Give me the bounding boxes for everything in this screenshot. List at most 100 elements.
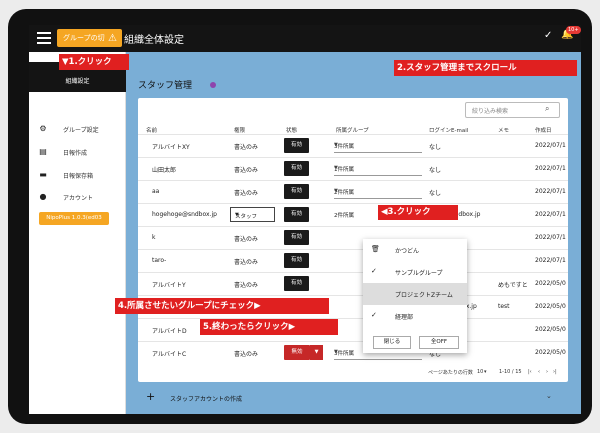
annotation-step2: 2.スタッフ管理までスクロール bbox=[394, 60, 577, 76]
cell-created: 2022/07/1 bbox=[535, 257, 566, 264]
annotation-step3: ◀3.クリック bbox=[378, 205, 458, 220]
group-select[interactable]: 3件所属 ▼ bbox=[334, 138, 422, 153]
cell-created: 2022/07/1 bbox=[535, 234, 566, 241]
check-icon[interactable]: ✓ bbox=[544, 30, 552, 41]
close-button[interactable]: 閉じる bbox=[373, 336, 411, 349]
gear-icon: ⚙ bbox=[39, 124, 47, 133]
col-header-status: 状態 bbox=[286, 128, 298, 134]
group-select[interactable]: 1件所属 ▼ bbox=[334, 161, 422, 176]
trash-icon[interactable]: 🗑 bbox=[371, 245, 380, 253]
group-select[interactable]: 2件所属 ▼ bbox=[334, 184, 422, 199]
cell-email: なし bbox=[429, 144, 442, 151]
create-staff-label: スタッフアカウントの作成 bbox=[170, 396, 243, 403]
col-header-role: 権限 bbox=[234, 128, 246, 134]
group-option[interactable]: ✓ サンプルグループ bbox=[363, 261, 467, 283]
main-content: スタッフ管理 絞り込み検索 ⌕ 名前 権限 状態 所属グループ ログインE-ma… bbox=[126, 52, 581, 414]
cell-role: 書込のみ bbox=[234, 351, 259, 358]
cell-created: 2022/07/1 bbox=[535, 188, 566, 195]
rows-per-page-select[interactable]: 10 bbox=[477, 369, 483, 375]
help-dot-icon[interactable] bbox=[210, 82, 216, 88]
table-row[interactable]: aa 書込のみ 有効 2件所属 ▼ なし 2022/07/1 bbox=[138, 180, 568, 203]
status-button[interactable]: 有効 bbox=[284, 184, 309, 199]
cell-name: taro- bbox=[152, 257, 167, 264]
cell-created: 2022/05/0 bbox=[535, 280, 566, 287]
table-row[interactable]: k 書込のみ 有効 2022/07/1 bbox=[138, 226, 568, 249]
all-off-button[interactable]: 全OFF bbox=[419, 336, 459, 349]
status-button[interactable]: 有効 bbox=[284, 276, 309, 291]
table-row[interactable]: hogehoge@sndbox.jp スタッフ ▼ 有効 2件所属 ge@sndb… bbox=[138, 203, 568, 226]
table-row[interactable]: アルバイトC 書込のみ 無効 ▼ 3件所属 ▼ なし 2022/05/0 bbox=[138, 341, 568, 364]
chevron-down-icon: ▼ bbox=[334, 165, 338, 171]
cell-name: アルバイトC bbox=[152, 351, 187, 358]
table-row[interactable]: taro- 書込のみ 有効 2022/07/1 bbox=[138, 249, 568, 272]
cell-memo: test bbox=[498, 303, 510, 310]
cell-created: 2022/05/0 bbox=[535, 303, 566, 310]
pagination: ページあたりの行数 10 ▾ 1-10 / 15 |‹ ‹ › ›| bbox=[138, 366, 568, 380]
table-row[interactable]: アルバイトY 書込のみ 有効 めもですと 2022/05/0 bbox=[138, 272, 568, 295]
sidebar-item-report-box[interactable]: ▬ 日報保存箱 bbox=[29, 164, 126, 186]
table-row[interactable]: アルバイトXY 書込のみ 有効 3件所属 ▼ なし 2022/07/1 bbox=[138, 134, 568, 157]
tablet-frame: グループの切 ⚠ 組織全体設定 ✓ 🔔 10+ 組織設定 ⚙ グループ設定 ▤ … bbox=[8, 9, 592, 424]
search-input[interactable]: 絞り込み検索 ⌕ bbox=[465, 102, 560, 118]
annotation-step4: 4.所属させたいグループにチェック▶ bbox=[115, 298, 329, 314]
chevron-down-icon: ▼ bbox=[334, 188, 338, 194]
status-button[interactable]: 有効 bbox=[284, 230, 309, 245]
group-select-value: 2件所属 bbox=[334, 213, 354, 219]
first-page-button[interactable]: |‹ bbox=[528, 369, 532, 375]
sidebar-item-account[interactable]: ● アカウント bbox=[29, 186, 126, 208]
annotation-step1: ▼1.クリック bbox=[59, 54, 129, 70]
page-range: 1-10 / 15 bbox=[499, 369, 522, 375]
group-option-label: 経理部 bbox=[395, 314, 414, 321]
status-button[interactable]: 有効 bbox=[284, 207, 309, 222]
cell-role: 書込のみ bbox=[234, 282, 259, 289]
search-placeholder: 絞り込み検索 bbox=[472, 108, 509, 115]
cell-created: 2022/07/1 bbox=[535, 142, 566, 149]
group-select-active[interactable]: 2件所属 bbox=[334, 207, 362, 222]
rows-per-page-label: ページあたりの行数 bbox=[428, 370, 473, 376]
group-option-label: かつどん bbox=[395, 248, 420, 255]
cell-name: アルバイトXY bbox=[152, 144, 190, 151]
chevron-down-icon[interactable]: ▼ bbox=[310, 345, 323, 360]
sidebar-item-label: アカウント bbox=[63, 195, 94, 202]
cell-name: k bbox=[152, 234, 156, 241]
sidebar-item-label: グループ設定 bbox=[63, 127, 99, 134]
menu-icon[interactable] bbox=[37, 32, 51, 44]
account-icon: ● bbox=[39, 192, 47, 201]
role-select[interactable]: スタッフ ▼ bbox=[230, 207, 275, 222]
group-option-label: サンプルグループ bbox=[395, 270, 443, 277]
sidebar-item-group-settings[interactable]: ⚙ グループ設定 bbox=[29, 118, 126, 140]
cell-created: 2022/05/0 bbox=[535, 349, 566, 356]
sidebar-item-report-create[interactable]: ▤ 日報作成 bbox=[29, 141, 126, 163]
status-button[interactable]: 有効 bbox=[284, 161, 309, 176]
chevron-down-icon: ⌄ bbox=[546, 392, 552, 400]
group-option[interactable]: プロジェクトZチーム bbox=[363, 283, 467, 305]
group-switch-button[interactable]: グループの切 ⚠ bbox=[57, 29, 122, 47]
prev-page-button[interactable]: ‹ bbox=[538, 369, 540, 375]
cell-name: hogehoge@sndbox.jp bbox=[152, 211, 217, 218]
table-row[interactable]: 山田太郎 書込のみ 有効 1件所属 ▼ なし 2022/07/1 bbox=[138, 157, 568, 180]
document-add-icon: ▤ bbox=[39, 147, 47, 156]
cell-role: 書込のみ bbox=[234, 167, 259, 174]
status-button[interactable]: 有効 bbox=[284, 253, 309, 268]
plus-icon: + bbox=[146, 390, 156, 403]
next-page-button[interactable]: › bbox=[546, 369, 548, 375]
status-button[interactable]: 有効 bbox=[284, 138, 309, 153]
create-staff-bar[interactable]: + スタッフアカウントの作成 ⌄ bbox=[138, 388, 568, 408]
group-option[interactable]: 🗑 かつどん bbox=[363, 239, 467, 261]
cell-memo: めもですと bbox=[498, 282, 528, 289]
status-button[interactable]: 無効 bbox=[284, 345, 310, 360]
folder-icon: ▬ bbox=[39, 170, 47, 179]
top-app-bar: グループの切 ⚠ 組織全体設定 ✓ 🔔 10+ bbox=[29, 25, 581, 52]
version-badge[interactable]: NipoPlus 1.0.3(ed03 bbox=[39, 212, 109, 225]
chevron-down-icon: ▼ bbox=[334, 142, 338, 148]
screen: グループの切 ⚠ 組織全体設定 ✓ 🔔 10+ 組織設定 ⚙ グループ設定 ▤ … bbox=[29, 25, 581, 414]
group-option[interactable]: ✓ 経理部 bbox=[363, 305, 467, 327]
cell-role: 書込のみ bbox=[234, 144, 259, 151]
group-switch-label: グループの切 bbox=[63, 34, 105, 42]
last-page-button[interactable]: ›| bbox=[553, 369, 557, 375]
col-header-name: 名前 bbox=[146, 128, 158, 134]
sidebar-item-label: 日報保存箱 bbox=[63, 173, 94, 180]
cell-email: なし bbox=[429, 167, 442, 174]
col-header-created: 作成日 bbox=[535, 128, 552, 134]
chevron-down-icon: ▾ bbox=[484, 369, 487, 375]
